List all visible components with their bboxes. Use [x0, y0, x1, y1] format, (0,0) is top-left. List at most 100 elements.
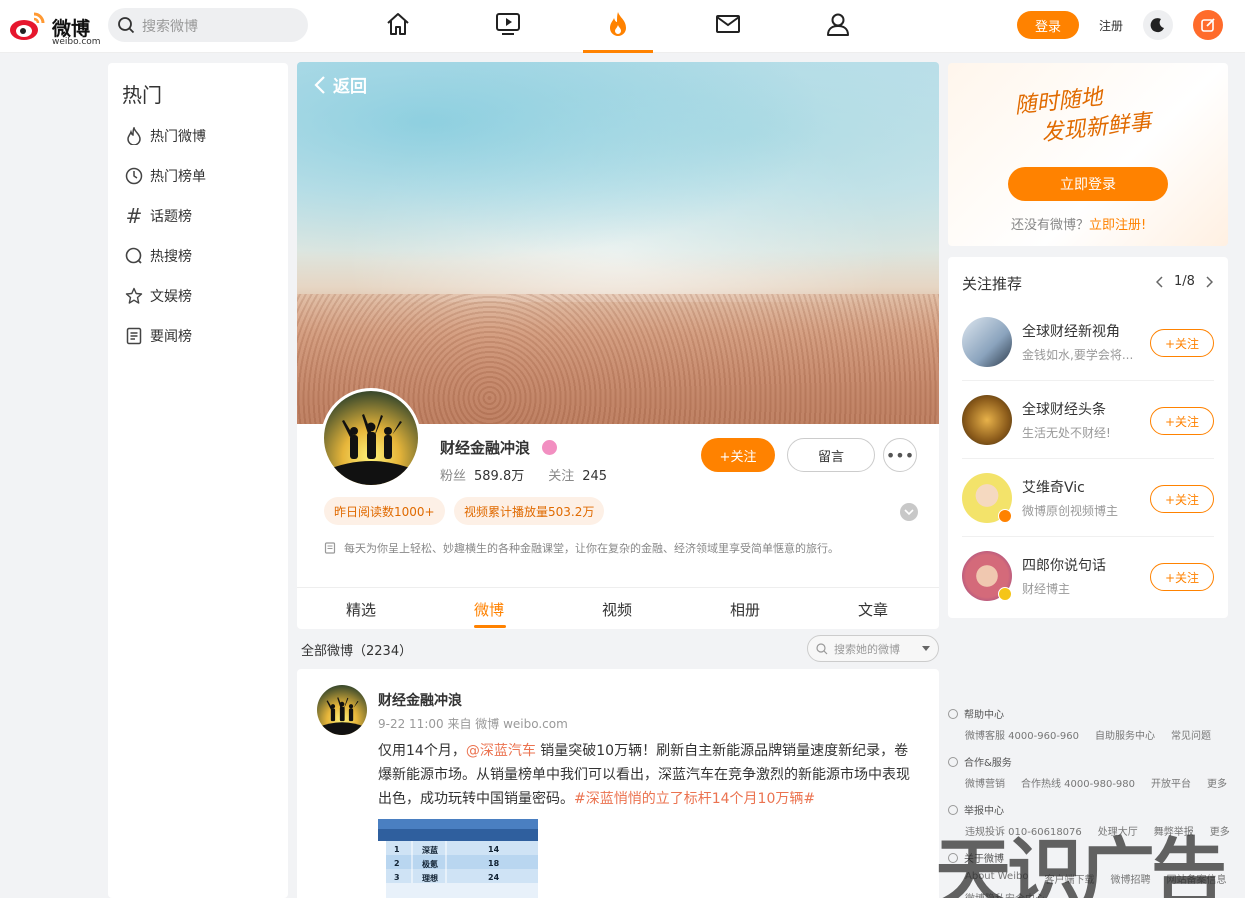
silhouette-figures-icon	[324, 414, 418, 485]
post-count: 全部微博（2234）	[301, 644, 413, 659]
follow-button[interactable]: +关注	[701, 438, 775, 472]
recommend-avatar	[962, 395, 1012, 445]
table-months-1: 14	[488, 845, 500, 854]
table-brand-3: 理想	[422, 874, 438, 883]
tab-featured[interactable]: 精选	[346, 599, 376, 620]
doc-icon	[324, 542, 336, 554]
nav-profile[interactable]	[823, 10, 853, 38]
login-promo-card: 随时随地 发现新鲜事 立即登录 还没有微博？立即注册!	[948, 63, 1228, 246]
tab-albums[interactable]: 相册	[730, 599, 760, 620]
search-input[interactable]: 搜索微博	[108, 8, 308, 42]
footer-link[interactable]: 开放平台	[1151, 775, 1191, 790]
profile-search-input[interactable]: 搜索她的微博	[807, 635, 939, 662]
profile-avatar[interactable]	[321, 388, 421, 488]
table-rank-1: 1	[394, 845, 400, 854]
footer-link[interactable]: 微博营销	[965, 775, 1005, 790]
mention-link[interactable]: @深蓝汽车	[466, 743, 536, 759]
logo-subtext: weibo.com	[52, 37, 101, 47]
nav-home[interactable]	[383, 10, 413, 38]
recommend-item[interactable]: 全球财经头条 生活无处不财经! +关注	[962, 381, 1214, 459]
search-placeholder: 搜索微博	[142, 19, 198, 35]
cooperation-icon	[948, 756, 958, 767]
profile-name: 财经金融冲浪	[440, 439, 531, 457]
news-icon	[124, 326, 144, 346]
register-link[interactable]: 注册	[1099, 17, 1123, 34]
more-options-button[interactable]: •••	[883, 438, 917, 472]
post-avatar[interactable]	[317, 685, 367, 735]
sidebar-item-label: 要闻榜	[150, 329, 192, 345]
register-now-link[interactable]: 立即注册!	[1089, 218, 1146, 233]
sidebar-item-news[interactable]: 要闻榜	[124, 324, 192, 348]
recommend-item[interactable]: 全球财经新视角 金钱如水,要学会将... +关注	[962, 303, 1214, 381]
nav-video[interactable]	[493, 10, 523, 38]
sidebar-item-hot-weibo[interactable]: 热门微博	[124, 124, 206, 148]
sidebar-item-entertainment[interactable]: 文娱榜	[124, 284, 192, 308]
compose-icon	[1201, 18, 1215, 32]
tab-active-indicator	[474, 625, 506, 628]
recommend-follow-button[interactable]: +关注	[1150, 407, 1214, 435]
reads-badge: 昨日阅读数1000+	[324, 497, 445, 525]
tab-articles[interactable]: 文章	[858, 599, 888, 620]
moon-icon	[1150, 18, 1164, 33]
following-count[interactable]: 245	[582, 469, 607, 484]
profile-tabs: 精选 微博 视频 相册 文章	[297, 587, 939, 629]
recommend-follow-button[interactable]: +关注	[1150, 485, 1214, 513]
tab-videos[interactable]: 视频	[602, 599, 632, 620]
compose-button[interactable]	[1193, 10, 1223, 40]
footer-link[interactable]: 常见问题	[1171, 727, 1211, 742]
star-icon	[124, 286, 144, 306]
nav-hot[interactable]	[603, 10, 633, 38]
profile-search-placeholder: 搜索她的微博	[834, 642, 900, 656]
search-icon	[118, 17, 135, 34]
message-button[interactable]: 留言	[787, 438, 875, 472]
footer-section-coop: 合作&服务	[948, 754, 1238, 769]
table-brand-1: 深蓝	[422, 846, 438, 855]
login-button[interactable]: 登录	[1017, 11, 1079, 39]
promo-slogan: 随时随地 发现新鲜事	[1013, 78, 1153, 152]
table-months-2: 18	[488, 859, 500, 868]
footer-link[interactable]: 自助服务中心	[1095, 727, 1155, 742]
profile-bio: 每天为你呈上轻松、妙趣横生的各种金融课堂，让你在复杂的金融、经济领域里享受简单惬…	[324, 540, 839, 556]
profile-stats: 粉丝 589.8万 关注 245	[440, 465, 631, 484]
chevron-left-icon[interactable]	[1156, 275, 1164, 288]
cover-sky	[297, 62, 939, 302]
fans-count[interactable]: 589.8万	[474, 469, 524, 484]
recommend-item[interactable]: 艾维奇Vic 微博原创视频博主 +关注	[962, 459, 1214, 537]
member-badge-icon	[542, 440, 557, 455]
help-icon	[948, 708, 958, 719]
recommend-name: 艾维奇Vic	[1022, 480, 1085, 496]
search-ring-icon	[124, 246, 144, 266]
chevron-down-icon	[904, 509, 914, 516]
mail-icon	[716, 15, 740, 33]
hashtag-link[interactable]: #深蓝悄悄的立了标杆14个月10万辆#	[574, 791, 815, 807]
chevron-right-icon[interactable]	[1205, 275, 1213, 288]
tab-weibo[interactable]: 微博	[474, 599, 504, 620]
nav-messages[interactable]	[713, 10, 743, 38]
verified-badge-icon	[998, 509, 1012, 523]
post-author[interactable]: 财经金融冲浪	[378, 690, 462, 710]
recommend-follow-button[interactable]: +关注	[1150, 563, 1214, 591]
sidebar-item-hot-search[interactable]: 热搜榜	[124, 244, 192, 268]
back-button[interactable]: 返回	[313, 72, 367, 97]
recommend-card: 关注推荐 1/8 全球财经新视角 金钱如水,要学会将... +关注 全球财经头条…	[948, 257, 1228, 618]
profile-card: 财经金融冲浪 粉丝 589.8万 关注 245 +关注 留言 ••• 昨日阅读数100…	[297, 388, 939, 587]
post-text: 仅用14个月，@深蓝汽车 销量突破10万辆！刷新自主新能源品牌销量速度新纪录，卷…	[378, 739, 918, 811]
expand-profile-button[interactable]	[900, 503, 918, 521]
profile-cover-image: 返回	[297, 62, 939, 424]
dark-mode-toggle[interactable]	[1143, 10, 1173, 40]
login-now-button[interactable]: 立即登录	[1008, 167, 1168, 201]
weibo-logo[interactable]: 微博 weibo.com	[8, 8, 101, 47]
watermark-text: 天识广告	[935, 829, 1227, 898]
no-account-text: 还没有微博？立即注册!	[1011, 214, 1146, 233]
footer-link[interactable]: 合作热线 4000-980-980	[1021, 775, 1135, 790]
following-label: 关注	[548, 469, 575, 484]
footer-link[interactable]: 微博客服 4000-960-960	[965, 727, 1079, 742]
sidebar-item-hot-list[interactable]: 热门榜单	[124, 164, 206, 188]
sidebar-item-label: 热门微博	[150, 129, 206, 145]
footer-link[interactable]: 更多	[1207, 775, 1227, 790]
sidebar-item-topics[interactable]: # 话题榜	[124, 204, 192, 228]
left-sidebar: 热门 热门微博 热门榜单 # 话题榜 热搜榜 文娱榜 要闻榜	[108, 63, 288, 898]
post-image[interactable]: 1 深蓝 14 2 极氪 18 3 理想 24	[378, 819, 538, 898]
recommend-follow-button[interactable]: +关注	[1150, 329, 1214, 357]
recommend-item[interactable]: 四郎你说句话 财经博主 +关注	[962, 537, 1214, 615]
